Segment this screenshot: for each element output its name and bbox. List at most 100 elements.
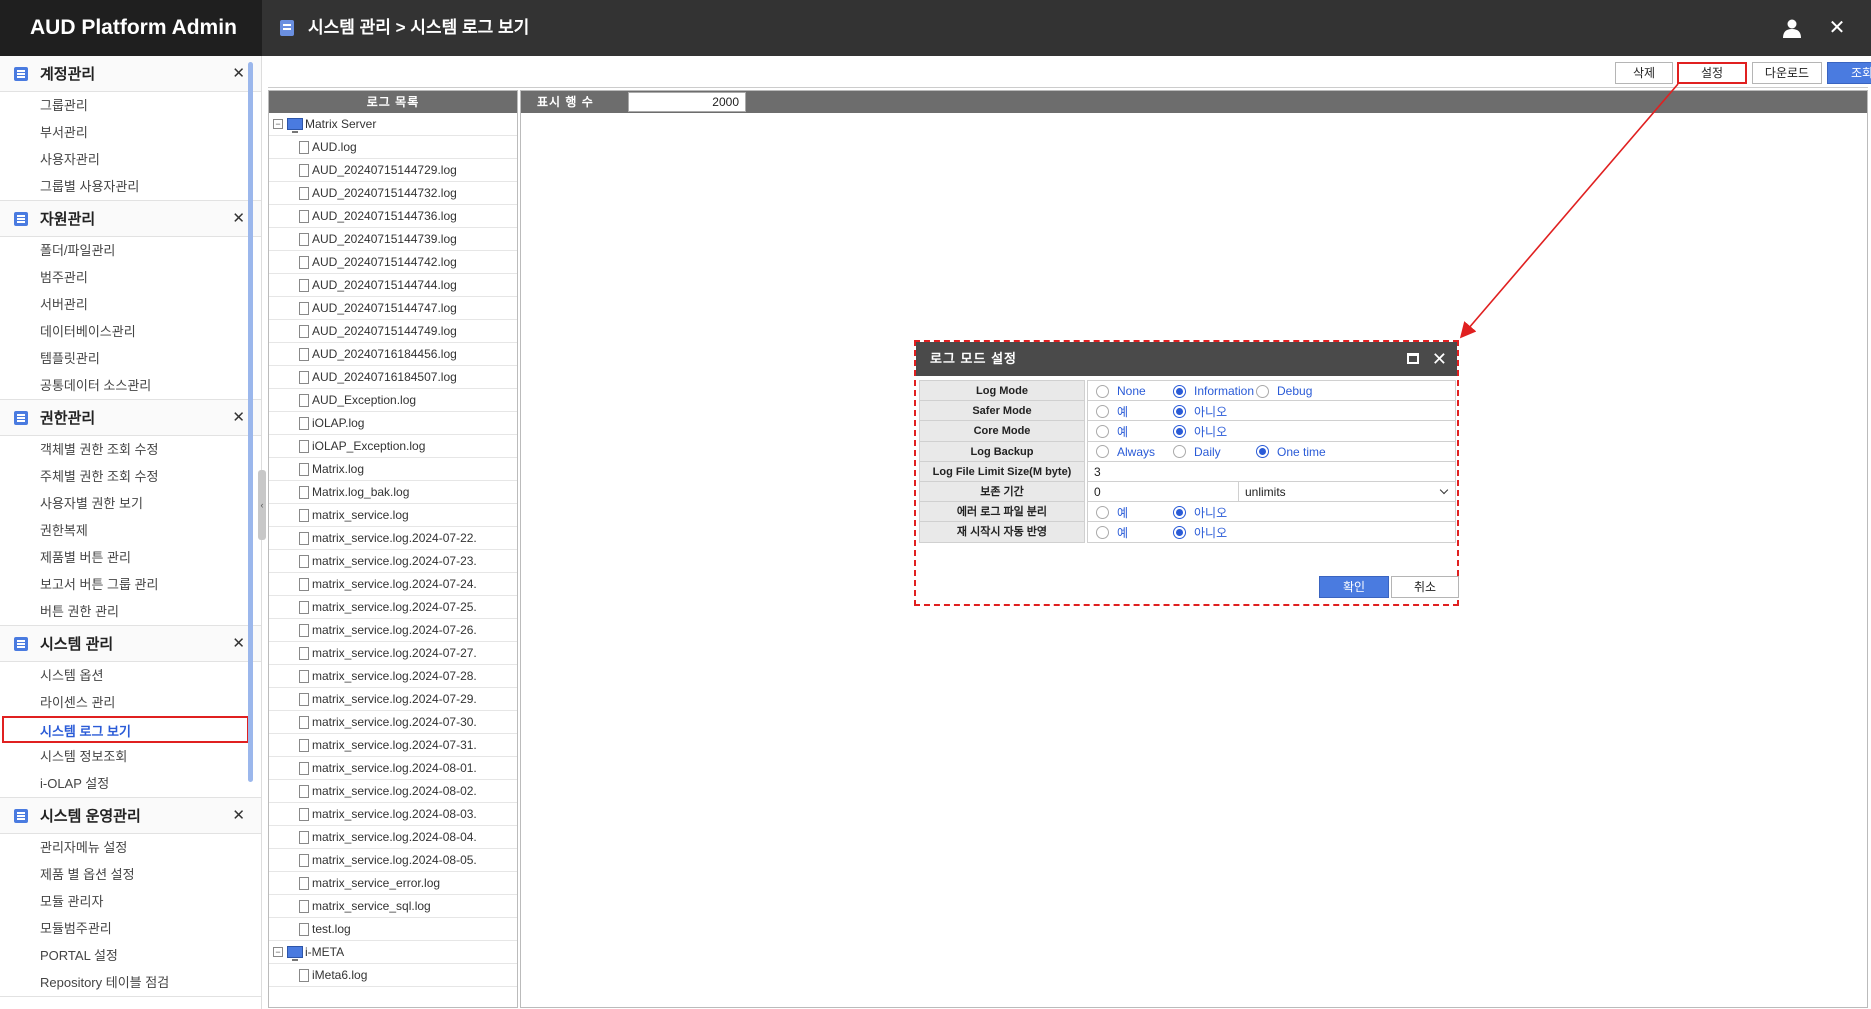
sidebar-item[interactable]: 제품 별 옵션 설정 <box>0 861 261 888</box>
sidebar-item[interactable]: 사용자별 권한 보기 <box>0 490 261 517</box>
sidebar-item[interactable]: 부서관리 <box>0 119 261 146</box>
radio-button[interactable] <box>1173 424 1186 438</box>
delete-button[interactable]: 삭제 <box>1615 62 1673 84</box>
radio-option[interactable]: 아니오 <box>1173 401 1227 421</box>
sidebar-item[interactable]: 템플릿관리 <box>0 345 261 372</box>
sidebar-section-header[interactable]: 자원관리 ✕ <box>0 201 261 237</box>
log-file-item[interactable]: AUD_20240715144742.log <box>269 251 517 274</box>
log-file-item[interactable]: AUD.log <box>269 136 517 159</box>
log-file-item[interactable]: AUD_20240715144744.log <box>269 274 517 297</box>
log-file-item[interactable]: matrix_service_error.log <box>269 872 517 895</box>
radio-option[interactable]: Always <box>1096 442 1155 462</box>
log-file-item[interactable]: AUD_20240715144732.log <box>269 182 517 205</box>
tree-root-node[interactable]: − Matrix Server <box>269 113 517 136</box>
log-file-item[interactable]: matrix_service.log.2024-07-26. <box>269 619 517 642</box>
close-icon[interactable]: ✕ <box>232 209 245 227</box>
radio-option[interactable]: 예 <box>1096 421 1128 441</box>
sidebar-item[interactable]: 라이센스 관리 <box>0 689 261 716</box>
radio-button[interactable] <box>1173 445 1186 459</box>
collapse-icon[interactable]: − <box>273 119 283 129</box>
log-file-item[interactable]: AUD_20240715144747.log <box>269 297 517 320</box>
download-button[interactable]: 다운로드 <box>1752 62 1822 84</box>
log-file-item[interactable]: matrix_service.log.2024-07-25. <box>269 596 517 619</box>
sidebar-item[interactable]: 시스템 정보조회 <box>0 743 261 770</box>
log-file-item[interactable]: AUD_20240715144749.log <box>269 320 517 343</box>
log-file-item[interactable]: matrix_service.log.2024-07-28. <box>269 665 517 688</box>
sidebar-item[interactable]: Repository 테이블 점검 <box>0 969 261 996</box>
radio-button[interactable] <box>1173 384 1186 398</box>
sidebar-scrollbar[interactable] <box>248 62 253 782</box>
sidebar-item[interactable]: 서버관리 <box>0 291 261 318</box>
radio-option[interactable]: None <box>1096 381 1146 401</box>
radio-button[interactable] <box>1096 525 1109 539</box>
close-icon[interactable]: ✕ <box>232 806 245 824</box>
log-file-item[interactable]: matrix_service.log.2024-07-31. <box>269 734 517 757</box>
sidebar-item[interactable]: 그룹별 사용자관리 <box>0 173 261 200</box>
user-icon[interactable] <box>1782 18 1802 38</box>
close-icon[interactable]: ✕ <box>1432 346 1447 372</box>
sidebar-item[interactable]: 권한복제 <box>0 517 261 544</box>
log-file-item[interactable]: matrix_service.log.2024-08-03. <box>269 803 517 826</box>
log-file-item[interactable]: matrix_service.log.2024-07-23. <box>269 550 517 573</box>
log-file-item[interactable]: matrix_service.log.2024-08-02. <box>269 780 517 803</box>
close-icon[interactable]: ✕ <box>232 64 245 82</box>
tree-root-node[interactable]: − i-META <box>269 941 517 964</box>
sidebar-item[interactable]: 제품별 버튼 관리 <box>0 544 261 571</box>
sidebar-item[interactable]: PORTAL 설정 <box>0 942 261 969</box>
sidebar-item[interactable]: 공통데이터 소스관리 <box>0 372 261 399</box>
log-file-item[interactable]: matrix_service.log <box>269 504 517 527</box>
sidebar-section-header[interactable]: 권한관리 ✕ <box>0 400 261 436</box>
maximize-icon[interactable] <box>1407 353 1419 364</box>
log-file-item[interactable]: matrix_service.log.2024-07-22. <box>269 527 517 550</box>
radio-option[interactable]: Information <box>1173 381 1254 401</box>
log-file-item[interactable]: iOLAP_Exception.log <box>269 435 517 458</box>
sidebar-item[interactable]: 데이터베이스관리 <box>0 318 261 345</box>
sidebar-item[interactable]: 사용자관리 <box>0 146 261 173</box>
log-file-item[interactable]: test.log <box>269 918 517 941</box>
settings-button[interactable]: 설정 <box>1677 62 1747 84</box>
sidebar-item[interactable]: 시스템 옵션 <box>0 662 261 689</box>
collapse-icon[interactable]: − <box>273 947 283 957</box>
sidebar-item[interactable]: 모듈범주관리 <box>0 915 261 942</box>
sidebar-section-header[interactable]: 시스템 운영관리 ✕ <box>0 798 261 834</box>
radio-button[interactable] <box>1256 384 1269 398</box>
rows-input[interactable]: 2000 <box>628 92 746 112</box>
radio-button[interactable] <box>1173 525 1186 539</box>
radio-button[interactable] <box>1096 384 1109 398</box>
log-file-item[interactable]: matrix_service.log.2024-07-30. <box>269 711 517 734</box>
radio-option[interactable]: 예 <box>1096 401 1128 421</box>
radio-option[interactable]: 아니오 <box>1173 522 1227 542</box>
log-file-item[interactable]: AUD_20240716184507.log <box>269 366 517 389</box>
confirm-button[interactable]: 확인 <box>1319 576 1389 598</box>
dialog-text-input[interactable]: 0 <box>1088 483 1238 502</box>
radio-option[interactable]: 아니오 <box>1173 421 1227 441</box>
radio-button[interactable] <box>1096 445 1109 459</box>
log-file-item[interactable]: AUD_20240715144736.log <box>269 205 517 228</box>
log-file-item[interactable]: AUD_20240715144729.log <box>269 159 517 182</box>
close-icon[interactable]: ✕ <box>232 408 245 426</box>
radio-button[interactable] <box>1096 505 1109 519</box>
log-file-item[interactable]: matrix_service.log.2024-07-24. <box>269 573 517 596</box>
dialog-text-input[interactable]: 3 <box>1088 463 1448 482</box>
sidebar-collapse-handle[interactable]: ‹ <box>258 470 266 540</box>
sidebar-item[interactable]: 버튼 권한 관리 <box>0 598 261 625</box>
sidebar-item[interactable]: 객체별 권한 조회 수정 <box>0 436 261 463</box>
log-file-item[interactable]: AUD_20240715144739.log <box>269 228 517 251</box>
sidebar-item[interactable]: 그룹관리 <box>0 92 261 119</box>
sidebar-item[interactable]: 폴더/파일관리 <box>0 237 261 264</box>
radio-option[interactable]: 예 <box>1096 502 1128 522</box>
radio-option[interactable]: 아니오 <box>1173 502 1227 522</box>
log-file-item[interactable]: Matrix.log <box>269 458 517 481</box>
radio-button[interactable] <box>1173 404 1186 418</box>
log-file-item[interactable]: iOLAP.log <box>269 412 517 435</box>
log-file-item[interactable]: iMeta6.log <box>269 964 517 987</box>
retention-select[interactable]: unlimits <box>1238 482 1455 502</box>
sidebar-item[interactable]: i-OLAP 설정 <box>0 770 261 797</box>
radio-button[interactable] <box>1173 505 1186 519</box>
radio-option[interactable]: Debug <box>1256 381 1312 401</box>
log-file-item[interactable]: AUD_Exception.log <box>269 389 517 412</box>
log-file-item[interactable]: matrix_service.log.2024-07-27. <box>269 642 517 665</box>
log-file-item[interactable]: matrix_service_sql.log <box>269 895 517 918</box>
radio-option[interactable]: One time <box>1256 442 1326 462</box>
sidebar-item[interactable]: 보고서 버튼 그룹 관리 <box>0 571 261 598</box>
